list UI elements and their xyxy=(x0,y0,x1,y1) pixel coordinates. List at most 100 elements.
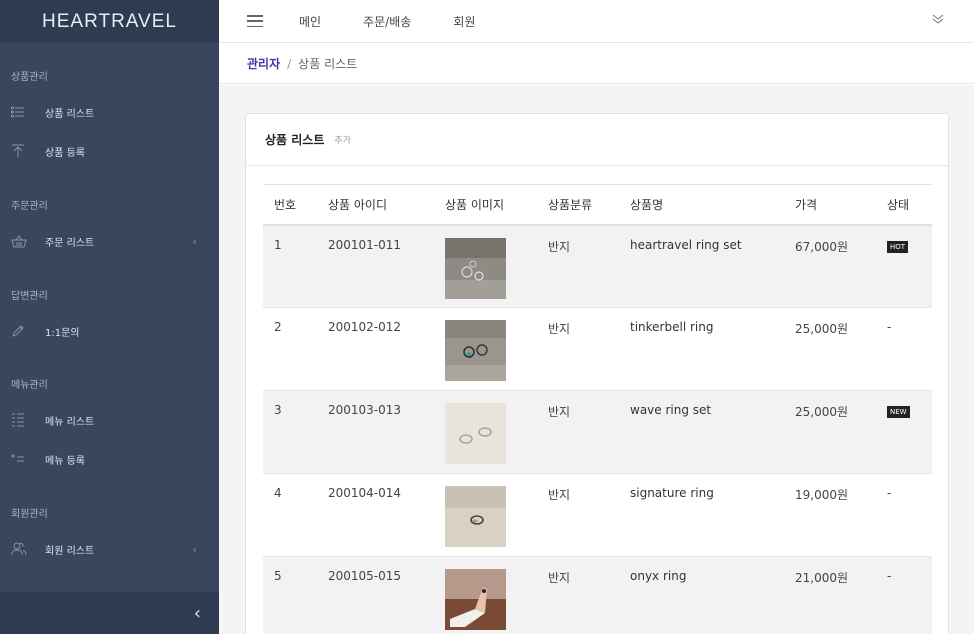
table-row[interactable]: 1 200101-011 반지 heartravel ring set 67,0… xyxy=(263,224,932,308)
basket-icon xyxy=(11,232,33,250)
sidebar-collapse-button[interactable]: ‹ xyxy=(0,592,219,634)
product-thumbnail[interactable] xyxy=(445,320,506,381)
nav-orders[interactable]: 주문/배송 xyxy=(363,13,411,30)
menu-list-icon xyxy=(11,411,33,429)
cell-price: 25,000원 xyxy=(795,405,849,419)
sidebar-item-member-list[interactable]: 회원 리스트 ‹ xyxy=(11,538,211,560)
sidebar-item-label: 상품 등록 xyxy=(45,147,85,159)
section-title-answers: 답변관리 xyxy=(11,291,48,302)
section-title-orders: 주문관리 xyxy=(11,201,48,212)
cell-image xyxy=(434,474,537,557)
header-id[interactable]: 상품 아이디 xyxy=(317,184,434,226)
sidebar-item-label: 주문 리스트 xyxy=(45,237,95,249)
product-thumbnail[interactable] xyxy=(445,237,506,299)
cell-image xyxy=(434,557,537,634)
product-thumbnail[interactable] xyxy=(445,403,506,464)
cell-id: 200104-014 xyxy=(328,486,402,500)
brand-logo[interactable]: HEARTRAVEL xyxy=(0,0,219,43)
breadcrumb-root[interactable]: 관리자 xyxy=(247,55,280,72)
cell-no: 3 xyxy=(274,403,282,417)
sidebar-item-inquiry[interactable]: 1:1문의 xyxy=(11,320,211,342)
header-category[interactable]: 상품분류 xyxy=(537,184,619,226)
sidebar-item-order-list[interactable]: 주문 리스트 ‹ xyxy=(11,230,211,252)
card-header: 상품 리스트 추가 xyxy=(246,114,948,166)
header-image[interactable]: 상품 이미지 xyxy=(434,184,537,226)
list-icon xyxy=(11,103,33,121)
cell-no: 4 xyxy=(274,486,282,500)
add-link[interactable]: 추가 xyxy=(334,133,351,146)
cell-id: 200101-011 xyxy=(328,237,402,252)
cell-id: 200103-013 xyxy=(328,403,402,417)
cell-price: 21,000원 xyxy=(795,571,849,585)
double-chevron-down-icon[interactable] xyxy=(932,13,944,27)
sidebar-item-label: 메뉴 등록 xyxy=(45,455,85,467)
card-title: 상품 리스트 xyxy=(265,133,325,147)
hamburger-icon[interactable] xyxy=(247,15,263,27)
cell-name[interactable]: signature ring xyxy=(619,474,784,557)
users-icon xyxy=(11,540,33,558)
cell-category: 반지 xyxy=(548,405,571,419)
pencil-icon xyxy=(11,322,33,340)
header-no[interactable]: 번호 xyxy=(263,184,317,226)
cell-image xyxy=(434,225,537,308)
cell-price: 19,000원 xyxy=(795,488,849,502)
sidebar-item-label: 1:1문의 xyxy=(45,327,80,339)
table-row[interactable]: 3 200103-013 반지 wave ring set 25,000원 NE… xyxy=(263,390,932,474)
status-badge: NEW xyxy=(887,406,910,418)
section-title-members: 회원관리 xyxy=(11,509,48,520)
sidebar-item-label: 메뉴 리스트 xyxy=(45,416,95,428)
cell-status: HOT xyxy=(876,225,932,308)
sidebar: HEARTRAVEL 상품관리 상품 리스트 상품 등록 주문관리 주문 리스트… xyxy=(0,0,219,634)
upload-icon xyxy=(11,142,33,160)
cell-status: NEW xyxy=(876,391,932,474)
cell-no: 5 xyxy=(274,569,282,583)
sidebar-item-menu-register[interactable]: 메뉴 등록 xyxy=(11,448,211,470)
cell-name[interactable]: onyx ring xyxy=(619,557,784,634)
cell-image xyxy=(434,391,537,474)
cell-name[interactable]: wave ring set xyxy=(619,391,784,474)
cell-no: 1 xyxy=(274,237,282,252)
table-row[interactable]: 5 200105-015 반지 onyx ring 21,000원 - xyxy=(263,556,932,634)
chevron-left-icon: ‹ xyxy=(192,542,197,556)
section-title-products: 상품관리 xyxy=(11,72,48,83)
product-list-card: 상품 리스트 추가 번호 상품 아이디 상품 이미지 상품분류 상품명 가격 상… xyxy=(245,113,949,634)
header-name[interactable]: 상품명 xyxy=(619,184,784,226)
sidebar-item-product-register[interactable]: 상품 등록 xyxy=(11,140,211,162)
status-badge: HOT xyxy=(887,240,909,253)
section-title-menus: 메뉴관리 xyxy=(11,380,48,391)
cell-category: 반지 xyxy=(548,488,571,502)
cell-id: 200105-015 xyxy=(328,569,402,583)
header-status[interactable]: 상태 xyxy=(876,184,932,226)
table-header-row: 번호 상품 아이디 상품 이미지 상품분류 상품명 가격 상태 xyxy=(263,184,932,226)
header-price[interactable]: 가격 xyxy=(784,184,876,226)
breadcrumb-separator: / xyxy=(287,56,292,71)
sidebar-item-product-list[interactable]: 상품 리스트 xyxy=(11,101,211,123)
product-thumbnail[interactable] xyxy=(445,486,506,547)
breadcrumb: 관리자 / 상품 리스트 xyxy=(219,44,974,84)
cell-name[interactable]: tinkerbell ring xyxy=(619,308,784,391)
sidebar-item-label: 상품 리스트 xyxy=(45,108,95,120)
sidebar-item-menu-list[interactable]: 메뉴 리스트 xyxy=(11,409,211,431)
table-row[interactable]: 4 200104-014 반지 signature ring 19,000원 - xyxy=(263,474,932,557)
cell-status: - xyxy=(887,569,892,583)
cell-category: 반지 xyxy=(548,239,571,254)
table-row[interactable]: 2 200102-012 반지 tinkerbell ring 25,000원 … xyxy=(263,308,932,391)
cell-price: 67,000원 xyxy=(795,239,849,254)
top-navbar: 메인 주문/배송 회원 xyxy=(219,0,974,43)
nav-main[interactable]: 메인 xyxy=(299,13,321,30)
cell-no: 2 xyxy=(274,320,282,334)
cell-status: - xyxy=(887,320,892,334)
product-thumbnail[interactable] xyxy=(445,569,506,630)
cell-id: 200102-012 xyxy=(328,320,402,334)
cell-status: - xyxy=(887,486,892,500)
chevron-left-icon: ‹ xyxy=(192,234,197,248)
cell-name[interactable]: heartravel ring set xyxy=(619,225,784,308)
breadcrumb-current: 상품 리스트 xyxy=(298,57,358,71)
nav-members[interactable]: 회원 xyxy=(453,13,475,30)
top-nav: 메인 주문/배송 회원 xyxy=(299,13,517,30)
cell-image xyxy=(434,308,537,391)
cell-price: 25,000원 xyxy=(795,322,849,336)
product-table: 번호 상품 아이디 상품 이미지 상품분류 상품명 가격 상태 1 200101… xyxy=(263,184,932,634)
cell-category: 반지 xyxy=(548,571,571,585)
sidebar-item-label: 회원 리스트 xyxy=(45,545,95,557)
